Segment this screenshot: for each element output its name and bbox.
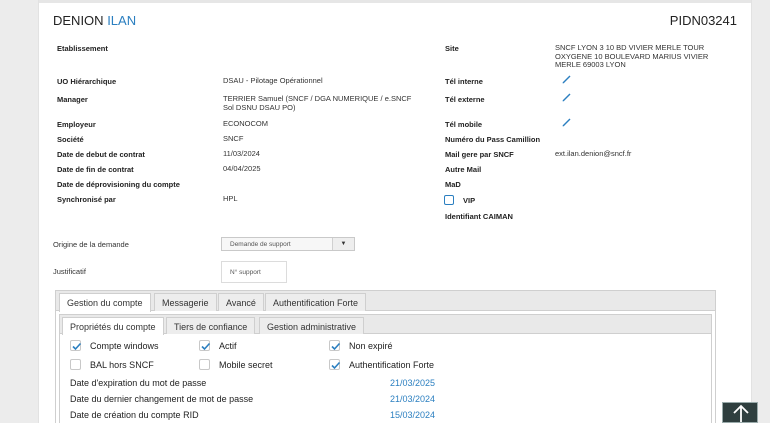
justificatif-placeholder: N° support xyxy=(230,269,261,276)
uo-value: DSAU - Pilotage Opérationnel xyxy=(223,76,323,85)
authentification-forte-checkbox[interactable] xyxy=(329,359,341,370)
account-subtabs: Propriétés du compte Tiers de confiance … xyxy=(59,314,712,423)
employeur-value: ECONOCOM xyxy=(223,119,268,128)
tel-externe-label: Tél externe xyxy=(445,95,485,104)
caret-down-icon: ▼ xyxy=(332,238,354,250)
first-name: DENION xyxy=(53,13,104,28)
mobile-secret-checkbox[interactable] xyxy=(199,359,210,370)
etablissement-label: Etablissement xyxy=(57,44,108,53)
top-border xyxy=(39,0,751,3)
date-fin-label: Date de fin de contrat xyxy=(57,165,134,174)
last-name: ILAN xyxy=(107,13,137,28)
subtab-proprietes[interactable]: Propriétés du compte xyxy=(62,317,164,335)
check-icon xyxy=(331,342,341,351)
rid-creation-value: 15/03/2024 xyxy=(390,410,436,420)
authentification-forte-label: Authentification Forte xyxy=(349,360,435,370)
origine-selected: Demande de support xyxy=(230,241,291,248)
user-name: DENION ILAN xyxy=(53,13,136,28)
justificatif-input[interactable]: N° support xyxy=(221,261,287,283)
justificatif-label: Justificatif xyxy=(53,267,86,276)
pencil-icon[interactable] xyxy=(561,117,572,128)
site-value: SNCF LYON 3 10 BD VIVIER MERLE TOUR OXYG… xyxy=(555,43,709,69)
subtab-gestion-administrative[interactable]: Gestion administrative xyxy=(259,317,365,334)
actif-label: Actif xyxy=(219,341,237,351)
mobile-secret-label: Mobile secret xyxy=(219,360,273,370)
non-expire-label: Non expiré xyxy=(349,341,393,351)
date-debut-value: 11/03/2024 xyxy=(223,149,260,158)
vip-label: VIP xyxy=(463,196,476,205)
employeur-label: Employeur xyxy=(57,120,96,129)
scroll-to-top-button[interactable] xyxy=(722,402,758,423)
tel-interne-label: Tél interne xyxy=(445,77,483,86)
synchronise-label: Synchronisé par xyxy=(57,195,116,204)
pw-last-change-value: 21/03/2024 xyxy=(390,394,436,404)
pass-camillion-label: Numéro du Pass Camillion xyxy=(445,135,541,144)
autre-mail-label: Autre Mail xyxy=(445,165,482,174)
subtab-tiers-confiance[interactable]: Tiers de confiance xyxy=(166,317,256,334)
bal-hors-sncf-checkbox[interactable] xyxy=(70,359,81,370)
mad-label: MaD xyxy=(445,180,461,189)
subtab-bar: Propriétés du compte Tiers de confiance … xyxy=(60,315,711,335)
tab-avance[interactable]: Avancé xyxy=(218,293,264,311)
pencil-icon[interactable] xyxy=(561,74,572,85)
tab-messagerie[interactable]: Messagerie xyxy=(154,293,217,311)
pw-last-change-label: Date du dernier changement de mot de pas… xyxy=(70,394,254,404)
user-pid: PIDN03241 xyxy=(669,13,737,28)
check-icon xyxy=(201,342,211,351)
arrow-up-icon xyxy=(733,404,749,422)
synchronise-value: HPL xyxy=(223,194,238,203)
user-card: DENION ILAN PIDN03241 Etablissement UO H… xyxy=(38,0,752,423)
date-fin-value: 04/04/2025 xyxy=(223,164,261,173)
pw-expiration-value: 21/03/2025 xyxy=(390,378,436,388)
origine-label: Origine de la demande xyxy=(53,240,129,249)
check-icon xyxy=(72,342,82,351)
date-debut-label: Date de debut de contrat xyxy=(57,150,145,159)
societe-label: Société xyxy=(57,135,84,144)
tab-authentification-forte[interactable]: Authentification Forte xyxy=(265,293,367,311)
deprovisioning-label: Date de déprovisioning du compte xyxy=(57,180,180,189)
site-label: Site xyxy=(445,44,459,53)
origine-select[interactable]: Demande de support ▼ xyxy=(221,237,355,251)
pw-expiration-label: Date d'expiration du mot de passe xyxy=(70,378,207,388)
non-expire-checkbox[interactable] xyxy=(329,340,341,351)
account-tabs: Gestion du compte Messagerie Avancé Auth… xyxy=(55,290,716,423)
caiman-label: Identifiant CAIMAN xyxy=(445,212,513,221)
vip-checkbox[interactable] xyxy=(444,195,454,205)
mail-sncf-value: ext.ilan.denion@sncf.fr xyxy=(555,149,632,158)
check-icon xyxy=(331,361,341,370)
compte-windows-checkbox[interactable] xyxy=(70,340,82,351)
mail-sncf-label: Mail gere par SNCF xyxy=(445,150,514,159)
tel-mobile-label: Tél mobile xyxy=(445,120,483,129)
rid-creation-label: Date de création du compte RID xyxy=(70,410,199,420)
tab-gestion-compte[interactable]: Gestion du compte xyxy=(59,293,151,312)
pencil-icon[interactable] xyxy=(561,92,572,103)
bal-hors-sncf-label: BAL hors SNCF xyxy=(90,360,154,370)
manager-label: Manager xyxy=(57,95,88,104)
uo-label: UO Hiérarchique xyxy=(57,77,117,86)
societe-value: SNCF xyxy=(223,134,244,143)
manager-value: TERRIER Samuel (SNCF / DGA NUMERIQUE / e… xyxy=(223,94,412,112)
compte-windows-label: Compte windows xyxy=(90,341,159,351)
actif-checkbox[interactable] xyxy=(199,340,211,351)
tab-bar: Gestion du compte Messagerie Avancé Auth… xyxy=(56,291,715,312)
